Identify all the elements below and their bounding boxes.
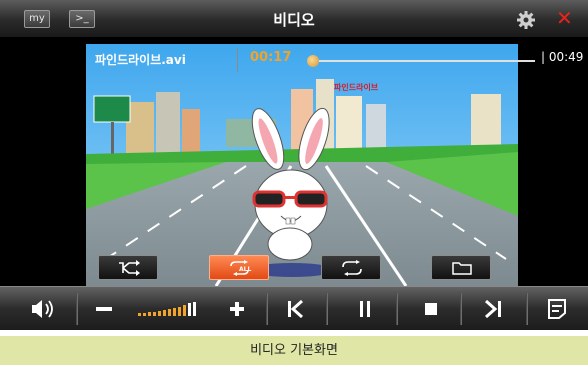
folder-icon bbox=[452, 262, 472, 275]
total-time-value: 00:49 bbox=[548, 50, 584, 64]
divider bbox=[76, 293, 77, 325]
volume-down-icon[interactable] bbox=[80, 287, 130, 331]
video-frame: 파인드라이브 bbox=[86, 44, 518, 286]
title-bar: my >_ 비디오 ✕ bbox=[0, 0, 588, 38]
divider bbox=[326, 293, 327, 325]
repeat-all-button[interactable]: ALL bbox=[209, 255, 269, 280]
playback-info-bar: 파인드라이브.avi 00:17 | 00:49 bbox=[0, 48, 588, 72]
shuffle-icon bbox=[119, 260, 140, 276]
repeat-icon bbox=[342, 260, 362, 276]
scene-sign: 파인드라이브 bbox=[334, 82, 379, 92]
separator bbox=[237, 48, 238, 72]
repeat-all-label: ALL bbox=[239, 266, 251, 273]
control-bar bbox=[0, 286, 588, 330]
divider bbox=[460, 293, 461, 325]
video-player-screen: my >_ 비디오 ✕ 파인드라이브 파인드라이브.avi 00:17 | 00… bbox=[0, 0, 588, 365]
gear-icon[interactable] bbox=[516, 10, 536, 30]
pause-icon[interactable] bbox=[340, 287, 390, 331]
app-title: 비디오 bbox=[273, 11, 315, 29]
seek-knob[interactable] bbox=[307, 55, 319, 67]
menu-icon[interactable] bbox=[532, 287, 582, 331]
divider bbox=[526, 293, 527, 325]
divider bbox=[396, 293, 397, 325]
previous-icon[interactable] bbox=[270, 287, 320, 331]
seek-bar[interactable] bbox=[313, 60, 535, 62]
close-icon[interactable]: ✕ bbox=[556, 6, 573, 30]
shuffle-button[interactable] bbox=[98, 255, 158, 280]
video-area[interactable]: 파인드라이브 파인드라이브.avi 00:17 | 00:49 ALL bbox=[0, 38, 588, 286]
caption: 비디오 기본화면 bbox=[0, 336, 588, 365]
divider bbox=[266, 293, 267, 325]
elapsed-time: 00:17 bbox=[250, 50, 292, 65]
volume-level-indicator[interactable] bbox=[136, 287, 206, 331]
next-icon[interactable] bbox=[468, 287, 518, 331]
folder-button[interactable] bbox=[431, 255, 491, 280]
repeat-all-icon: ALL bbox=[230, 260, 251, 276]
volume-up-icon[interactable] bbox=[212, 287, 262, 331]
total-time: | 00:49 bbox=[541, 50, 584, 64]
stop-icon[interactable] bbox=[406, 287, 456, 331]
speaker-icon[interactable] bbox=[20, 287, 70, 331]
repeat-button[interactable] bbox=[321, 255, 381, 280]
file-name: 파인드라이브.avi bbox=[95, 53, 186, 67]
